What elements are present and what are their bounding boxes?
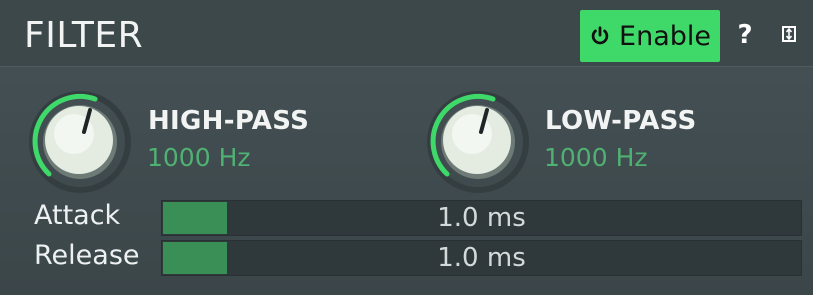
help-icon[interactable]: ? xyxy=(735,20,755,50)
release-slider[interactable]: 1.0 ms xyxy=(161,240,802,276)
collapse-icon[interactable] xyxy=(782,26,796,42)
panel-header: FILTER Enable ? xyxy=(0,0,813,67)
release-label: Release xyxy=(34,240,140,271)
attack-value: 1.0 ms xyxy=(437,203,526,233)
enable-button[interactable]: Enable xyxy=(580,10,720,62)
power-icon xyxy=(591,26,609,45)
attack-slider[interactable]: 1.0 ms xyxy=(161,200,802,236)
enable-label: Enable xyxy=(619,20,711,52)
panel-title: FILTER xyxy=(24,15,144,56)
high-pass-knob[interactable] xyxy=(28,90,132,194)
attack-label: Attack xyxy=(34,200,121,231)
high-pass-label: HIGH-PASS xyxy=(148,106,310,136)
low-pass-label: LOW-PASS xyxy=(545,106,697,136)
filter-panel: FILTER Enable ? HIGH-PASS 1000 Hz LOW-PA… xyxy=(0,0,813,295)
low-pass-value[interactable]: 1000 Hz xyxy=(544,143,648,172)
release-value: 1.0 ms xyxy=(437,243,526,273)
low-pass-knob[interactable] xyxy=(426,90,530,194)
high-pass-value[interactable]: 1000 Hz xyxy=(147,143,251,172)
